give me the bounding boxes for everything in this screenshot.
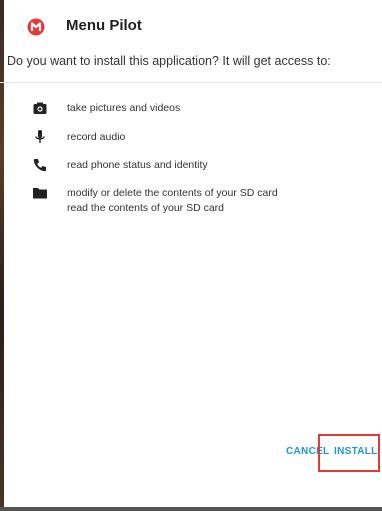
microphone-icon (32, 129, 48, 145)
permission-label: take pictures and videos (67, 102, 181, 114)
background-edge-bottom (0, 507, 382, 511)
permission-label: record audio (67, 131, 126, 143)
phone-icon (32, 157, 48, 173)
permission-label: read the contents of your SD card (67, 202, 225, 214)
cancel-button[interactable]: CANCEL (286, 446, 329, 457)
install-button[interactable]: INSTALL (334, 446, 378, 457)
install-prompt: Do you want to install this application?… (7, 54, 331, 68)
permission-label: read phone status and identity (67, 159, 208, 171)
dialog-header: Menu Pilot Do you want to install this a… (0, 0, 382, 83)
camera-icon (32, 100, 48, 116)
app-title: Menu Pilot (66, 17, 142, 34)
permission-label: modify or delete the contents of your SD… (67, 187, 278, 199)
app-logo-icon (27, 18, 45, 36)
folder-icon (32, 185, 48, 201)
install-dialog: Menu Pilot Do you want to install this a… (0, 0, 382, 511)
